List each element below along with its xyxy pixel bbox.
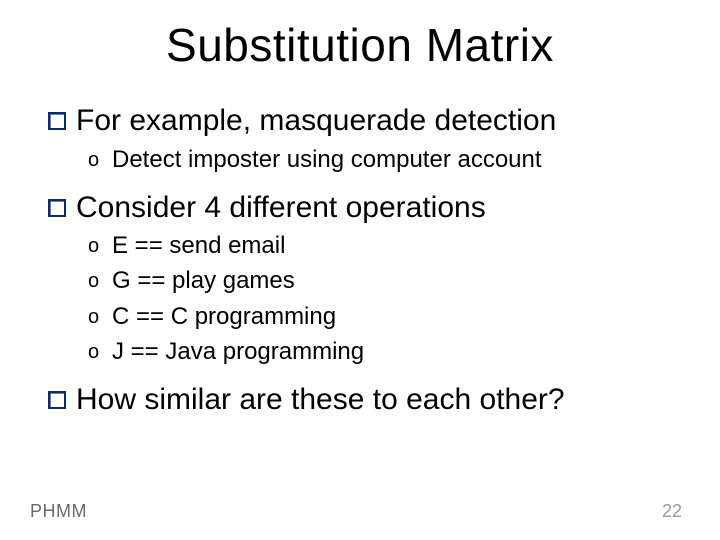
sub-bullet-item: o J == Java programming	[88, 336, 680, 367]
bullet-item: For example, masquerade detection	[48, 102, 680, 140]
square-bullet-icon	[48, 199, 66, 217]
slide: Substitution Matrix For example, masquer…	[0, 0, 720, 540]
sub-bullet-text: Detect imposter using computer account	[112, 144, 542, 175]
sub-bullet-text: C == C programming	[112, 301, 336, 332]
sub-bullet-text: J == Java programming	[112, 336, 364, 367]
page-number: 22	[662, 501, 682, 522]
slide-content: For example, masquerade detection o Dete…	[48, 98, 680, 432]
sub-bullet-item: o Detect imposter using computer account	[88, 144, 680, 175]
circle-bullet-icon: o	[88, 307, 102, 327]
bullet-group-2: How similar are these to each other?	[48, 381, 680, 419]
circle-bullet-icon: o	[88, 271, 102, 291]
footer-label: PHMM	[30, 501, 87, 522]
sub-bullet-item: o C == C programming	[88, 301, 680, 332]
circle-bullet-icon: o	[88, 150, 102, 170]
circle-bullet-icon: o	[88, 236, 102, 256]
bullet-text: How similar are these to each other?	[76, 381, 565, 419]
bullet-item: How similar are these to each other?	[48, 381, 680, 419]
sub-bullet-text: E == send email	[112, 230, 285, 261]
bullet-text: For example, masquerade detection	[76, 102, 556, 140]
sub-bullet-text: G == play games	[112, 265, 295, 296]
bullet-item: Consider 4 different operations	[48, 189, 680, 227]
bullet-group-1: Consider 4 different operations o E == s…	[48, 189, 680, 367]
bullet-text: Consider 4 different operations	[76, 189, 486, 227]
sub-bullet-item: o E == send email	[88, 230, 680, 261]
slide-title: Substitution Matrix	[0, 18, 720, 72]
sub-bullet-item: o G == play games	[88, 265, 680, 296]
square-bullet-icon	[48, 112, 66, 130]
bullet-group-0: For example, masquerade detection o Dete…	[48, 102, 680, 175]
square-bullet-icon	[48, 391, 66, 409]
circle-bullet-icon: o	[88, 342, 102, 362]
